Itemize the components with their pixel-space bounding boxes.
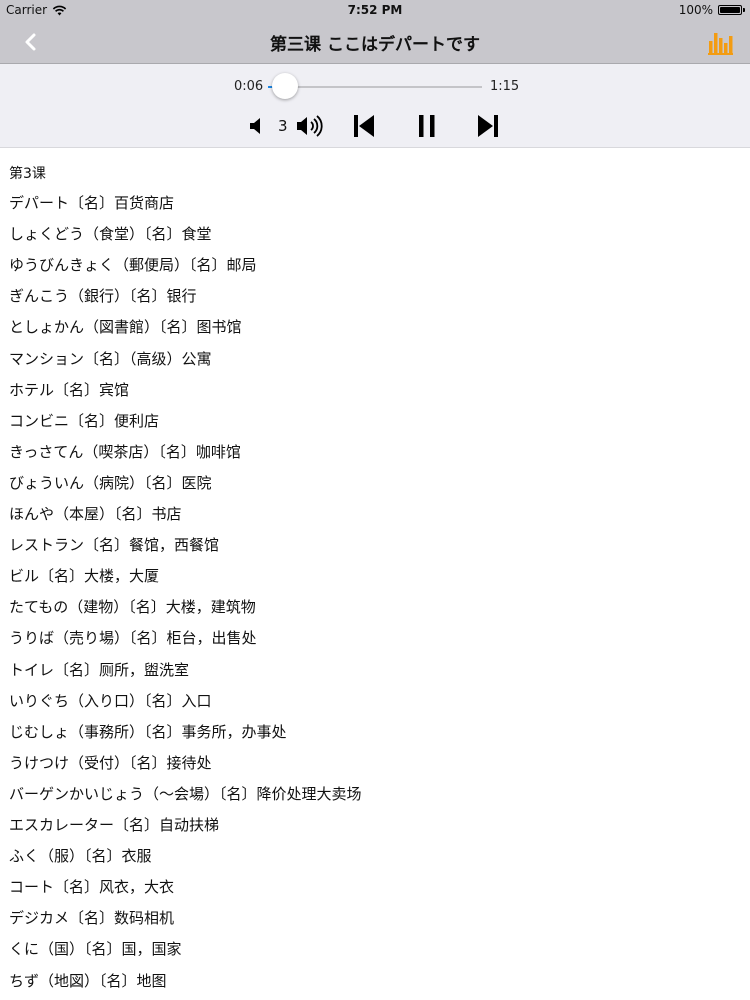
progress-slider[interactable]	[268, 73, 482, 99]
vocab-entry: コート〔名〕风衣，大衣	[9, 878, 175, 897]
battery-percent: 100%	[678, 3, 713, 17]
vocab-entry: ホテル〔名〕宾馆	[9, 380, 130, 399]
speaker-high-icon	[297, 115, 323, 137]
vocab-entry: きっさてん（喫茶店）〔名〕咖啡馆	[9, 442, 241, 461]
vocab-entry: ふく（服）〔名〕衣服	[9, 847, 152, 866]
previous-button[interactable]	[351, 113, 377, 143]
chart-bars-icon	[708, 33, 733, 55]
current-time: 0:06	[234, 79, 264, 94]
skip-next-icon	[478, 115, 498, 137]
volume-up-button[interactable]	[295, 113, 327, 143]
chart-button[interactable]	[706, 28, 734, 56]
vocab-entry: ビル〔名〕大楼，大厦	[9, 567, 160, 586]
vocab-entry: しょくどう（食堂）〔名〕食堂	[9, 225, 212, 244]
pause-icon	[419, 115, 435, 137]
status-right: 100%	[678, 3, 745, 17]
battery-level	[720, 7, 740, 13]
audio-player: 0:06 1:15 3	[0, 64, 750, 148]
vocab-entry: うけつけ（受付）〔名〕接待处	[9, 753, 212, 772]
status-bar: Carrier 7:52 PM 100%	[0, 0, 750, 20]
vocab-entry: トイレ〔名〕厕所，盥洗室	[9, 660, 190, 679]
page-title: 第三课 ここはデパートです	[270, 35, 480, 55]
vocab-entry: じむしょ（事務所）〔名〕事务所，办事处	[9, 722, 287, 741]
vocab-entry: コンビニ〔名〕便利店	[9, 411, 160, 430]
vocab-entry: いりぐち（入り口）〔名〕入口	[9, 691, 212, 710]
vocab-entry: ぎんこう（銀行）〔名〕银行	[9, 287, 197, 306]
progress-knob[interactable]	[272, 73, 299, 99]
vocab-entry: エスカレーター〔名〕自动扶梯	[9, 816, 220, 834]
vocab-entry: ほんや（本屋）〔名〕书店	[9, 505, 182, 523]
vocab-entry: たてもの（建物）〔名〕大楼，建筑物	[9, 598, 256, 617]
status-time: 7:52 PM	[347, 3, 403, 17]
volume-level: 3	[278, 117, 288, 135]
lesson-label: 第3课	[9, 166, 46, 182]
vocab-entry: デパート〔名〕百货商店	[9, 194, 175, 212]
vocab-entry: うりば（売り場）〔名〕柜台，出售处	[9, 629, 257, 648]
next-button[interactable]	[475, 113, 501, 143]
volume-down-button[interactable]	[248, 116, 264, 140]
skip-previous-icon	[354, 115, 374, 137]
speaker-low-icon	[250, 118, 260, 134]
duration: 1:15	[490, 79, 520, 94]
vocab-entry: くに（国）〔名〕国，国家	[9, 940, 182, 959]
vocab-entry: ちず（地図）〔名〕地图	[9, 971, 167, 990]
vocab-entry: ゆうびんきょく（郵便局）〔名〕邮局	[9, 256, 257, 275]
vocab-entry: レストラン〔名〕餐馆，西餐馆	[9, 536, 220, 555]
vocab-entry: としょかん（図書館）〔名〕图书馆	[9, 318, 242, 337]
vocab-entry: バーゲンかいじょう（～会場）〔名〕降价处理大卖场	[9, 784, 362, 803]
vocab-entry: びょういん（病院）〔名〕医院	[9, 473, 212, 492]
pause-button[interactable]	[414, 113, 440, 143]
vocab-entry: デジカメ〔名〕数码相机	[9, 909, 175, 928]
navigation-bar: 第三课 ここはデパートです	[0, 20, 750, 64]
battery-icon	[718, 5, 745, 15]
vocab-entry: マンション〔名〕（高级）公寓	[9, 349, 212, 368]
